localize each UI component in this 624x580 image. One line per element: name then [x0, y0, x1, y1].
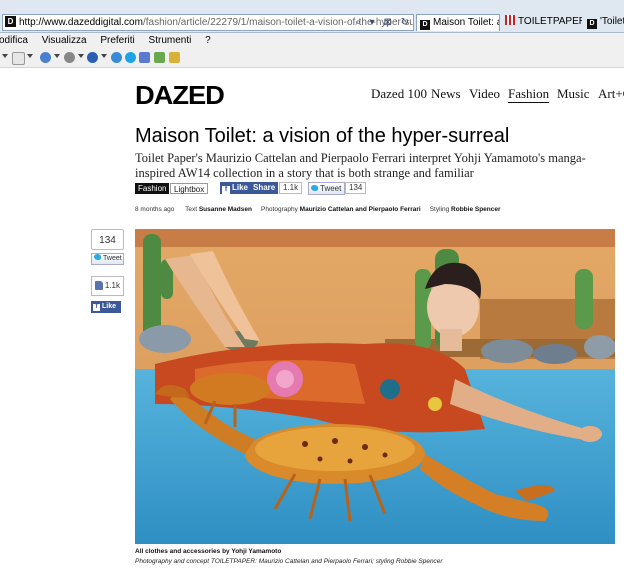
compat-view-icon[interactable]: ⊠: [383, 17, 391, 28]
menu-edit[interactable]: odifica: [0, 35, 28, 46]
nav-fashion[interactable]: Fashion: [508, 86, 550, 103]
dropdown-icon[interactable]: ▾: [370, 17, 375, 28]
menu-tools[interactable]: Strumenti: [149, 35, 192, 46]
skype-icon[interactable]: [125, 52, 136, 63]
url-controls: ⌕ ▾ ⊠ ↻: [349, 15, 409, 30]
tab-label: 'Toilet P: [600, 16, 624, 27]
nav-video[interactable]: Video: [469, 86, 500, 102]
meta-styling-label: Styling: [429, 206, 450, 213]
dazed-favicon-icon: D: [5, 16, 16, 27]
article-standfirst: Toilet Paper's Maurizio Cattelan and Pie…: [135, 151, 586, 180]
command-bar: [0, 49, 624, 68]
meta-photo-names[interactable]: Maurizio Cattelan and Pierpaolo Ferrari: [300, 206, 421, 213]
addon-icon[interactable]: [169, 52, 180, 63]
facebook-like-label: Like: [232, 183, 249, 192]
chevron-down-icon[interactable]: [2, 54, 8, 58]
lobster-photo-illustration: [135, 229, 615, 544]
tweet-count: 134: [345, 182, 367, 194]
facebook-count: 1.1k: [279, 182, 303, 194]
chevron-down-icon[interactable]: [27, 54, 33, 58]
addon-icon[interactable]: [154, 52, 165, 63]
facebook-like-button[interactable]: f Like: [220, 182, 252, 194]
toiletpaper-favicon-icon: [505, 15, 515, 25]
facebook-icon: f: [93, 304, 100, 311]
url-domain: http://www.dazeddigital.com: [19, 17, 143, 28]
side-fb-label: Like: [102, 303, 117, 310]
nav-art-culture[interactable]: Art+C: [598, 86, 624, 102]
dazed-logo[interactable]: DAZED: [135, 80, 225, 111]
url-input[interactable]: Dhttp://www.dazeddigital.com/fashion/art…: [2, 14, 414, 31]
meta-text-label: Text: [185, 206, 198, 213]
tab-toilet-p[interactable]: D'Toilet P: [584, 14, 624, 31]
tweet-label: Tweet: [320, 184, 342, 193]
browser-address-bar: Dhttp://www.dazeddigital.com/fashion/art…: [0, 0, 624, 33]
tab-label: TOILETPAPER: [518, 16, 582, 27]
meta-photo-label: Photography: [260, 206, 298, 213]
tab-toiletpaper[interactable]: TOILETPAPER: [502, 14, 582, 31]
facebook-icon: f: [222, 186, 230, 194]
nav-music[interactable]: Music: [557, 86, 590, 102]
meta-text-name[interactable]: Susanne Madsen: [199, 206, 252, 213]
chevron-down-icon[interactable]: [101, 54, 107, 58]
meta-styling-name[interactable]: Robbie Spencer: [451, 206, 500, 213]
help-icon[interactable]: [87, 52, 98, 63]
thumbs-up-icon: [95, 281, 103, 290]
safety-icon[interactable]: [40, 52, 51, 63]
tab-maison-toilet[interactable]: DMaison Toilet: a...×: [416, 14, 500, 31]
chevron-down-icon[interactable]: [54, 54, 60, 58]
gear-icon[interactable]: [64, 52, 75, 63]
refresh-icon[interactable]: ↻: [401, 17, 409, 28]
photo-caption-credit: All clothes and accessories by Yohji Yam…: [135, 548, 282, 555]
side-tweet-count: 134: [91, 229, 124, 250]
article-photo[interactable]: [135, 229, 615, 544]
side-facebook-like-button[interactable]: f Like: [91, 301, 121, 313]
side-tweet-label: Tweet: [103, 255, 122, 262]
menu-bar: odifica Visualizza Preferiti Strumenti ?: [0, 33, 624, 49]
tag-lightbox[interactable]: Lightbox: [170, 183, 209, 194]
nav-news[interactable]: News: [431, 86, 461, 102]
meta-time: 8 months ago: [135, 206, 175, 213]
tweet-button[interactable]: Tweet: [308, 182, 346, 195]
tab-label: Maison Toilet: a...: [433, 17, 499, 28]
dazed-favicon-icon: D: [587, 19, 597, 29]
dazed-favicon-icon: D: [420, 20, 430, 30]
translate-icon[interactable]: [111, 52, 122, 63]
menu-view[interactable]: Visualizza: [42, 35, 87, 46]
addon-icon[interactable]: [139, 52, 150, 63]
menu-help[interactable]: ?: [205, 35, 211, 46]
twitter-bird-icon: [311, 185, 318, 191]
page-icon[interactable]: [12, 52, 25, 65]
twitter-bird-icon: [94, 254, 101, 260]
side-tweet-button[interactable]: Tweet: [91, 253, 124, 265]
side-like-count: 1.1k: [104, 281, 120, 290]
chevron-down-icon[interactable]: [78, 54, 84, 58]
menu-favorites[interactable]: Preferiti: [100, 35, 134, 46]
side-like-count-box: 1.1k: [91, 276, 124, 296]
photo-caption-photography: Photography and concept TOILETPAPER: Mau…: [135, 558, 443, 565]
search-icon[interactable]: ⌕: [355, 17, 361, 28]
nav-dazed-100[interactable]: Dazed 100: [371, 86, 427, 102]
article-meta: 8 months ago Text Susanne Madsen Photogr…: [135, 206, 501, 213]
tag-fashion[interactable]: Fashion: [135, 183, 170, 194]
facebook-share-button[interactable]: Share: [250, 182, 279, 194]
article-title: Maison Toilet: a vision of the hyper-sur…: [135, 125, 510, 147]
